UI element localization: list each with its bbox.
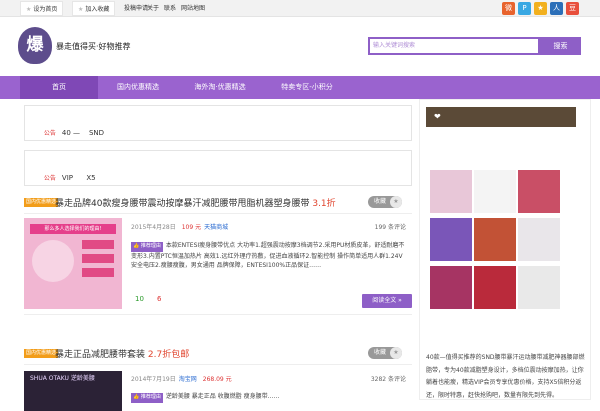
favorite-button[interactable]: 收藏 ★: [368, 196, 402, 208]
divider: [24, 364, 412, 365]
renren-icon[interactable]: 人: [550, 2, 563, 15]
review-count[interactable]: 199 条评论: [375, 222, 406, 231]
product-thumb-7[interactable]: [430, 266, 472, 309]
recommend-text: 👍 推荐理由 逆龄美腰 暴走正品 收腹燃脂 瘦身腰带……: [131, 392, 407, 403]
sidebar-description: 40款—值得买推荐的SND腰带暴汗运动腰带减肥神器腰部燃脂带，专为40款减脂塑身…: [426, 354, 585, 399]
notice-box-2: 公告 VIP X5: [24, 150, 412, 186]
article-title[interactable]: 暴走正品减肥腰带套装 2.7折包邮: [55, 347, 189, 360]
article-meta: 2015年4月28日 109 元天猫商城: [131, 224, 229, 231]
thumbs-up-icon: 👍: [133, 243, 140, 249]
star-icon: ★: [390, 347, 402, 359]
article-card: 国内优惠精选 暴走品牌40款瘦身腰带震动按摩暴汗减肥腰带甩脂机器塑身腰带 3.1…: [24, 195, 412, 315]
price: 268.09 元: [202, 376, 232, 383]
search-button[interactable]: 搜索: [540, 37, 581, 55]
notice-text[interactable]: 40 — SND: [62, 129, 104, 137]
main-nav: 首页 国内优惠精选 海外淘·优惠精选 特卖专区-小积分: [0, 76, 600, 99]
search-input[interactable]: 输入关键词搜索: [368, 37, 540, 55]
nav-item-home[interactable]: 首页: [20, 76, 98, 99]
product-thumb-4[interactable]: [430, 218, 472, 261]
like-count[interactable]: 10: [135, 295, 144, 303]
source-link[interactable]: 天猫商城: [204, 224, 228, 231]
source-link[interactable]: 淘宝网: [179, 376, 197, 383]
product-thumb-3[interactable]: [518, 170, 560, 213]
category-badge[interactable]: 国内优惠精选: [24, 198, 59, 207]
notice-tag: 公告: [43, 130, 56, 137]
product-thumb-9[interactable]: [518, 266, 560, 309]
article-meta: 2014年7月19日 淘宝网 268.09 元: [131, 376, 232, 383]
sidebar-widget-title: ❤: [426, 107, 576, 127]
site-name[interactable]: 暴走值得买·好物推荐: [56, 41, 131, 52]
set-homepage-tab[interactable]: ★ 设为首页: [20, 1, 64, 16]
recommend-badge: 👍 推荐理由: [131, 242, 163, 252]
top-link-sitemap[interactable]: 网站地图: [181, 1, 205, 16]
douban-icon[interactable]: 豆: [566, 2, 579, 15]
notice-tag: 公告: [43, 175, 56, 182]
price: 109 元: [181, 224, 202, 231]
top-bar: ★ 设为首页 ★ 加入收藏 投稿申请 关于 联系 网站地图 微 P ★ 人豆: [0, 0, 600, 17]
product-thumb-8[interactable]: [474, 266, 516, 309]
star-icon: ★: [390, 196, 402, 208]
dislike-count[interactable]: 6: [157, 295, 161, 303]
tencent-weibo-icon[interactable]: P: [518, 2, 531, 15]
nav-item-overseas[interactable]: 海外淘·优惠精选: [178, 76, 262, 99]
divider: [24, 213, 412, 214]
article-card: 国内优惠精选 暴走正品减肥腰带套装 2.7折包邮 收藏 ★ SHUA OTAKU …: [24, 346, 412, 411]
product-thumb-6[interactable]: [518, 218, 560, 261]
notice-text[interactable]: VIP X5: [62, 174, 96, 182]
top-link-about[interactable]: 关于: [147, 1, 159, 16]
weibo-icon[interactable]: 微: [502, 2, 515, 15]
nav-item-specials[interactable]: 特卖专区-小积分: [262, 76, 352, 99]
product-thumb-5[interactable]: [474, 218, 516, 261]
category-badge[interactable]: 国内优惠精选: [24, 349, 59, 358]
nav-item-domestic[interactable]: 国内优惠精选: [98, 76, 178, 99]
star-icon: ★: [26, 6, 32, 13]
notice-box-1: 公告 40 — SND: [24, 105, 412, 141]
thumbs-up-icon: 👍: [133, 394, 140, 400]
article-image[interactable]: 那么多人选择我们的理由!: [24, 218, 122, 309]
article-image[interactable]: SHUA OTAKU 逆龄美腰: [24, 371, 122, 411]
recommend-text: 👍 推荐理由 本款ENTESI瘦身腰带优点 大功率1.超强震动按摩3档调节2.采用…: [131, 242, 405, 269]
top-link-contact[interactable]: 联系: [164, 1, 176, 16]
favorite-button[interactable]: 收藏 ★: [368, 347, 402, 359]
add-favorite-tab[interactable]: ★ 加入收藏: [72, 1, 116, 16]
review-count[interactable]: 3282 条评论: [371, 374, 406, 383]
heart-icon: ❤: [434, 112, 441, 121]
top-link-submit[interactable]: 投稿申请: [124, 1, 148, 16]
read-more-button[interactable]: 阅读全文 »: [362, 294, 412, 308]
article-title[interactable]: 暴走品牌40款瘦身腰带震动按摩暴汗减肥腰带甩脂机器塑身腰带 3.1折: [55, 196, 336, 209]
product-thumb-1[interactable]: [430, 170, 472, 213]
qzone-icon[interactable]: ★: [534, 2, 547, 15]
star-icon: ★: [78, 6, 84, 13]
divider: [24, 314, 412, 315]
product-thumb-2[interactable]: [474, 170, 516, 213]
recommend-badge: 👍 推荐理由: [131, 393, 163, 403]
site-logo[interactable]: 爆: [18, 27, 52, 64]
